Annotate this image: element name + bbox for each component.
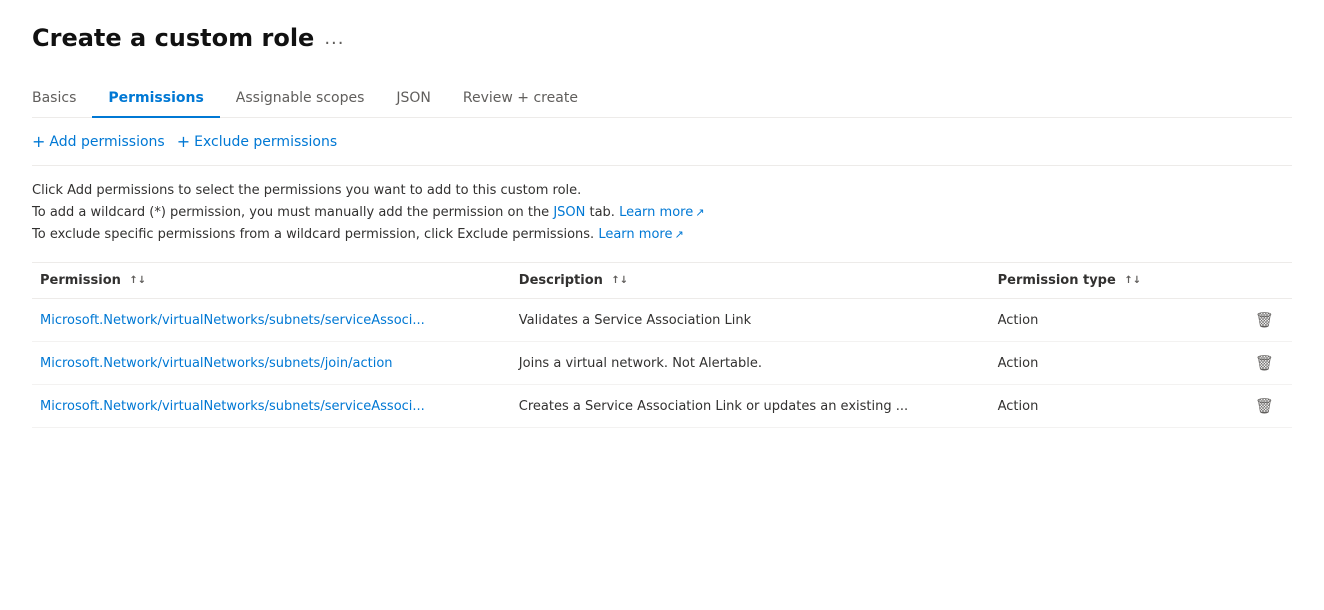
sort-icon-permission[interactable]: ↑↓: [129, 276, 146, 286]
info-box: Click Add permissions to select the perm…: [32, 166, 1292, 263]
tab-permissions[interactable]: Permissions: [92, 80, 219, 118]
add-permissions-button[interactable]: + Add permissions: [32, 128, 177, 155]
description-cell-1: Validates a Service Association Link: [511, 299, 990, 342]
permissions-table: Permission ↑↓ Description ↑↓ Permission …: [32, 263, 1292, 428]
json-tab-link[interactable]: JSON: [553, 205, 585, 220]
tab-assignable-scopes[interactable]: Assignable scopes: [220, 80, 381, 118]
page-title: Create a custom role: [32, 24, 314, 52]
external-link-icon-1: ↗: [695, 206, 704, 219]
tab-review-create[interactable]: Review + create: [447, 80, 594, 118]
info-line-3: To exclude specific permissions from a w…: [32, 224, 1292, 246]
learn-more-link-2[interactable]: Learn more↗: [598, 227, 683, 242]
action-cell-1: 🗑: [1216, 299, 1292, 342]
sort-icon-description[interactable]: ↑↓: [611, 276, 628, 286]
delete-button-2[interactable]: 🗑: [1249, 352, 1280, 374]
sort-icon-permission-type[interactable]: ↑↓: [1124, 276, 1141, 286]
info-line-1: Click Add permissions to select the perm…: [32, 180, 1292, 202]
learn-more-link-1[interactable]: Learn more↗: [619, 205, 704, 220]
table-header-row: Permission ↑↓ Description ↑↓ Permission …: [32, 263, 1292, 299]
exclude-permissions-label: Exclude permissions: [194, 134, 337, 150]
delete-button-1[interactable]: 🗑: [1249, 309, 1280, 331]
column-header-actions: [1216, 263, 1292, 299]
type-cell-2: Action: [990, 342, 1217, 385]
tab-basics[interactable]: Basics: [32, 80, 92, 118]
ellipsis-menu-button[interactable]: ...: [324, 28, 344, 49]
plus-icon: +: [32, 132, 45, 151]
tab-navigation: Basics Permissions Assignable scopes JSO…: [32, 80, 1292, 118]
external-link-icon-2: ↗: [674, 228, 683, 241]
column-header-description: Description ↑↓: [511, 263, 990, 299]
exclude-permissions-button[interactable]: + Exclude permissions: [177, 128, 349, 155]
permission-cell-2: Microsoft.Network/virtualNetworks/subnet…: [32, 342, 511, 385]
delete-button-3[interactable]: 🗑: [1249, 395, 1280, 417]
column-header-permission-type: Permission type ↑↓: [990, 263, 1217, 299]
plus-icon-2: +: [177, 132, 190, 151]
action-cell-2: 🗑: [1216, 342, 1292, 385]
type-cell-1: Action: [990, 299, 1217, 342]
page-header: Create a custom role ...: [32, 24, 1292, 52]
action-cell-3: 🗑: [1216, 385, 1292, 428]
table-row: Microsoft.Network/virtualNetworks/subnet…: [32, 385, 1292, 428]
table-row: Microsoft.Network/virtualNetworks/subnet…: [32, 342, 1292, 385]
permission-cell-3: Microsoft.Network/virtualNetworks/subnet…: [32, 385, 511, 428]
tab-json[interactable]: JSON: [380, 80, 447, 118]
type-cell-3: Action: [990, 385, 1217, 428]
description-cell-2: Joins a virtual network. Not Alertable.: [511, 342, 990, 385]
info-line-2: To add a wildcard (*) permission, you mu…: [32, 202, 1292, 224]
permissions-toolbar: + Add permissions + Exclude permissions: [32, 118, 1292, 166]
column-header-permission: Permission ↑↓: [32, 263, 511, 299]
description-cell-3: Creates a Service Association Link or up…: [511, 385, 990, 428]
add-permissions-label: Add permissions: [49, 134, 164, 150]
permission-cell-1: Microsoft.Network/virtualNetworks/subnet…: [32, 299, 511, 342]
table-row: Microsoft.Network/virtualNetworks/subnet…: [32, 299, 1292, 342]
